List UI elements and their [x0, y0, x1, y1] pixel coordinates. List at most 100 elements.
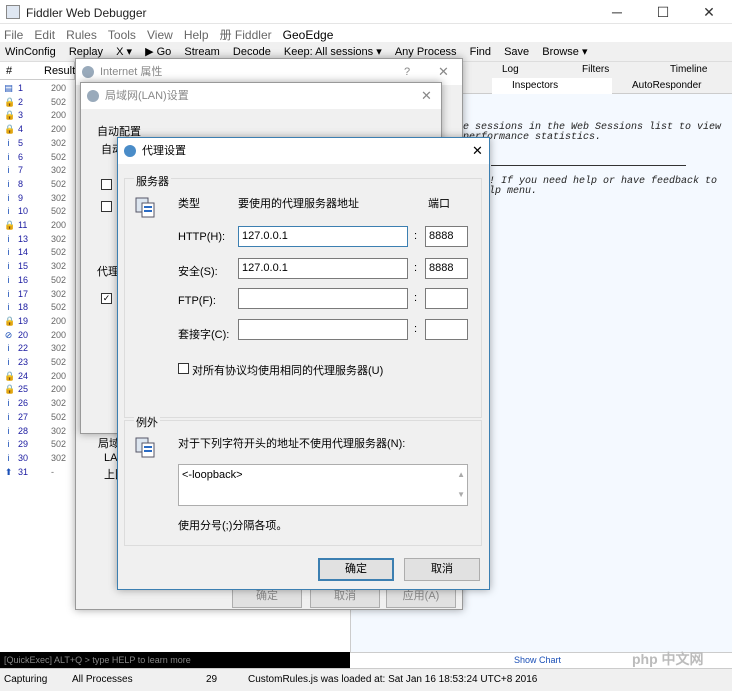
session-id: 28 [18, 425, 29, 436]
table-row[interactable]: i 10 502 [0, 205, 75, 219]
session-result: 502 [51, 247, 67, 258]
exceptions-group-label: 例外 [134, 414, 160, 430]
exceptions-textarea[interactable]: <-loopback> ▲ ▼ [178, 464, 468, 506]
session-id: 14 [18, 247, 29, 258]
same-proxy-label: 对所有协议均使用相同的代理服务器(U) [192, 365, 384, 377]
secure-port-input[interactable]: 8888 [425, 258, 468, 279]
table-row[interactable]: ▤ 1 200 [0, 82, 75, 96]
table-row[interactable]: i 8 502 [0, 178, 75, 192]
col-result-header[interactable]: Result [44, 65, 75, 77]
session-result: 302 [51, 192, 67, 203]
tab-log[interactable]: Log [482, 62, 519, 78]
save-button[interactable]: Save [499, 43, 534, 61]
session-type-icon: i [7, 398, 10, 409]
table-row[interactable]: i 29 502 [0, 438, 75, 452]
session-result: 302 [51, 233, 67, 244]
use-proxy-checkbox[interactable]: ✓ [101, 293, 112, 304]
table-row[interactable]: i 6 502 [0, 151, 75, 165]
globe-icon [82, 66, 94, 78]
session-type-icon: i [7, 357, 10, 367]
table-row[interactable]: 🔒 19 200 [0, 315, 75, 329]
same-proxy-checkbox[interactable] [178, 363, 189, 374]
table-row[interactable]: i 9 302 [0, 192, 75, 206]
session-id: 26 [18, 398, 29, 409]
close-button[interactable]: ✕ [686, 0, 732, 24]
session-type-icon: i [7, 151, 10, 162]
table-row[interactable]: i 23 502 [0, 356, 75, 370]
watermark-logo: php 中文网 [632, 651, 704, 667]
session-result: 502 [51, 439, 67, 450]
table-row[interactable]: ⬆ 31 - [0, 466, 75, 480]
proxy-cancel-button[interactable]: 取消 [404, 558, 480, 581]
table-row[interactable]: 🔒 24 200 [0, 370, 75, 384]
col-num-header[interactable]: # [6, 65, 12, 77]
table-row[interactable]: 🔒 25 200 [0, 383, 75, 397]
status-message: CustomRules.js was loaded at: Sat Jan 16… [248, 674, 538, 685]
winconfig-button[interactable]: WinConfig [0, 43, 61, 61]
proxy-ok-button[interactable]: 确定 [318, 558, 394, 581]
quickexec-input[interactable]: [QuickExec] ALT+Q > type HELP to learn m… [0, 652, 350, 668]
close-icon[interactable]: ✕ [472, 138, 483, 164]
table-row[interactable]: i 30 302 [0, 452, 75, 466]
ftp-address-input[interactable] [238, 288, 408, 309]
session-result: 302 [51, 343, 67, 354]
tab-autoresponder[interactable]: AutoResponder [612, 78, 702, 94]
socks-port-input[interactable] [425, 319, 468, 340]
table-row[interactable]: 🔒 3 200 [0, 109, 75, 123]
col-address-label: 要使用的代理服务器地址 [238, 198, 359, 210]
proxy-settings-titlebar: 代理设置 ✕ [118, 138, 489, 164]
separator-note: 使用分号(;)分隔各项。 [178, 520, 288, 532]
scroll-down-icon[interactable]: ▼ [457, 487, 465, 503]
table-row[interactable]: i 14 502 [0, 246, 75, 260]
secure-address-input[interactable]: 127.0.0.1 [238, 258, 408, 279]
table-row[interactable]: i 18 502 [0, 301, 75, 315]
session-result: 502 [51, 96, 67, 107]
session-id: 25 [18, 384, 29, 395]
table-row[interactable]: i 13 302 [0, 233, 75, 247]
tab-inspectors[interactable]: Inspectors [492, 78, 612, 94]
table-row[interactable]: 🔒 11 200 [0, 219, 75, 233]
scroll-up-icon[interactable]: ▲ [457, 467, 465, 483]
find-button[interactable]: Find [465, 43, 496, 61]
table-row[interactable]: i 27 502 [0, 411, 75, 425]
session-id: 7 [18, 165, 24, 176]
session-id: 22 [18, 343, 29, 354]
table-row[interactable]: i 22 302 [0, 342, 75, 356]
table-row[interactable]: i 17 302 [0, 288, 75, 302]
tab-timeline[interactable]: Timeline [650, 62, 707, 78]
close-icon[interactable]: ✕ [421, 83, 432, 109]
auto-detect-checkbox[interactable] [101, 179, 112, 190]
socks-address-input[interactable] [238, 319, 408, 340]
table-row[interactable]: 🔒 2 502 [0, 96, 75, 110]
session-result: 502 [51, 357, 67, 367]
session-result: 200 [51, 329, 67, 340]
ftp-port-input[interactable] [425, 288, 468, 309]
table-row[interactable]: i 26 302 [0, 397, 75, 411]
table-row[interactable]: i 5 302 [0, 137, 75, 151]
auto-script-checkbox[interactable] [101, 201, 112, 212]
capturing-status[interactable]: Capturing [4, 674, 47, 685]
exceptions-value: <-loopback> [182, 469, 243, 481]
session-type-icon: 🔒 [4, 220, 16, 230]
show-chart-link[interactable]: Show Chart [514, 655, 561, 665]
minimize-button[interactable]: ─ [594, 0, 640, 24]
table-row[interactable]: i 16 502 [0, 274, 75, 288]
session-result: 200 [51, 370, 67, 381]
table-row[interactable]: i 28 302 [0, 425, 75, 439]
process-filter[interactable]: All Processes [72, 674, 133, 685]
ftp-label: FTP(F): [178, 295, 216, 307]
session-id: 30 [18, 452, 29, 463]
session-result: 200 [51, 124, 67, 135]
table-row[interactable]: 🔒 4 200 [0, 123, 75, 137]
tab-filters[interactable]: Filters [562, 62, 609, 78]
session-type-icon: i [7, 411, 10, 422]
table-row[interactable]: i 15 302 [0, 260, 75, 274]
table-row[interactable]: i 7 302 [0, 164, 75, 178]
session-id: 9 [18, 192, 24, 203]
http-address-input[interactable]: 127.0.0.1 [238, 226, 408, 247]
maximize-button[interactable]: ☐ [640, 0, 686, 24]
window-title: Fiddler Web Debugger [26, 6, 147, 20]
table-row[interactable]: ⊘ 20 200 [0, 329, 75, 343]
browse-button[interactable]: Browse ▾ [537, 42, 592, 61]
http-port-input[interactable]: 8888 [425, 226, 468, 247]
